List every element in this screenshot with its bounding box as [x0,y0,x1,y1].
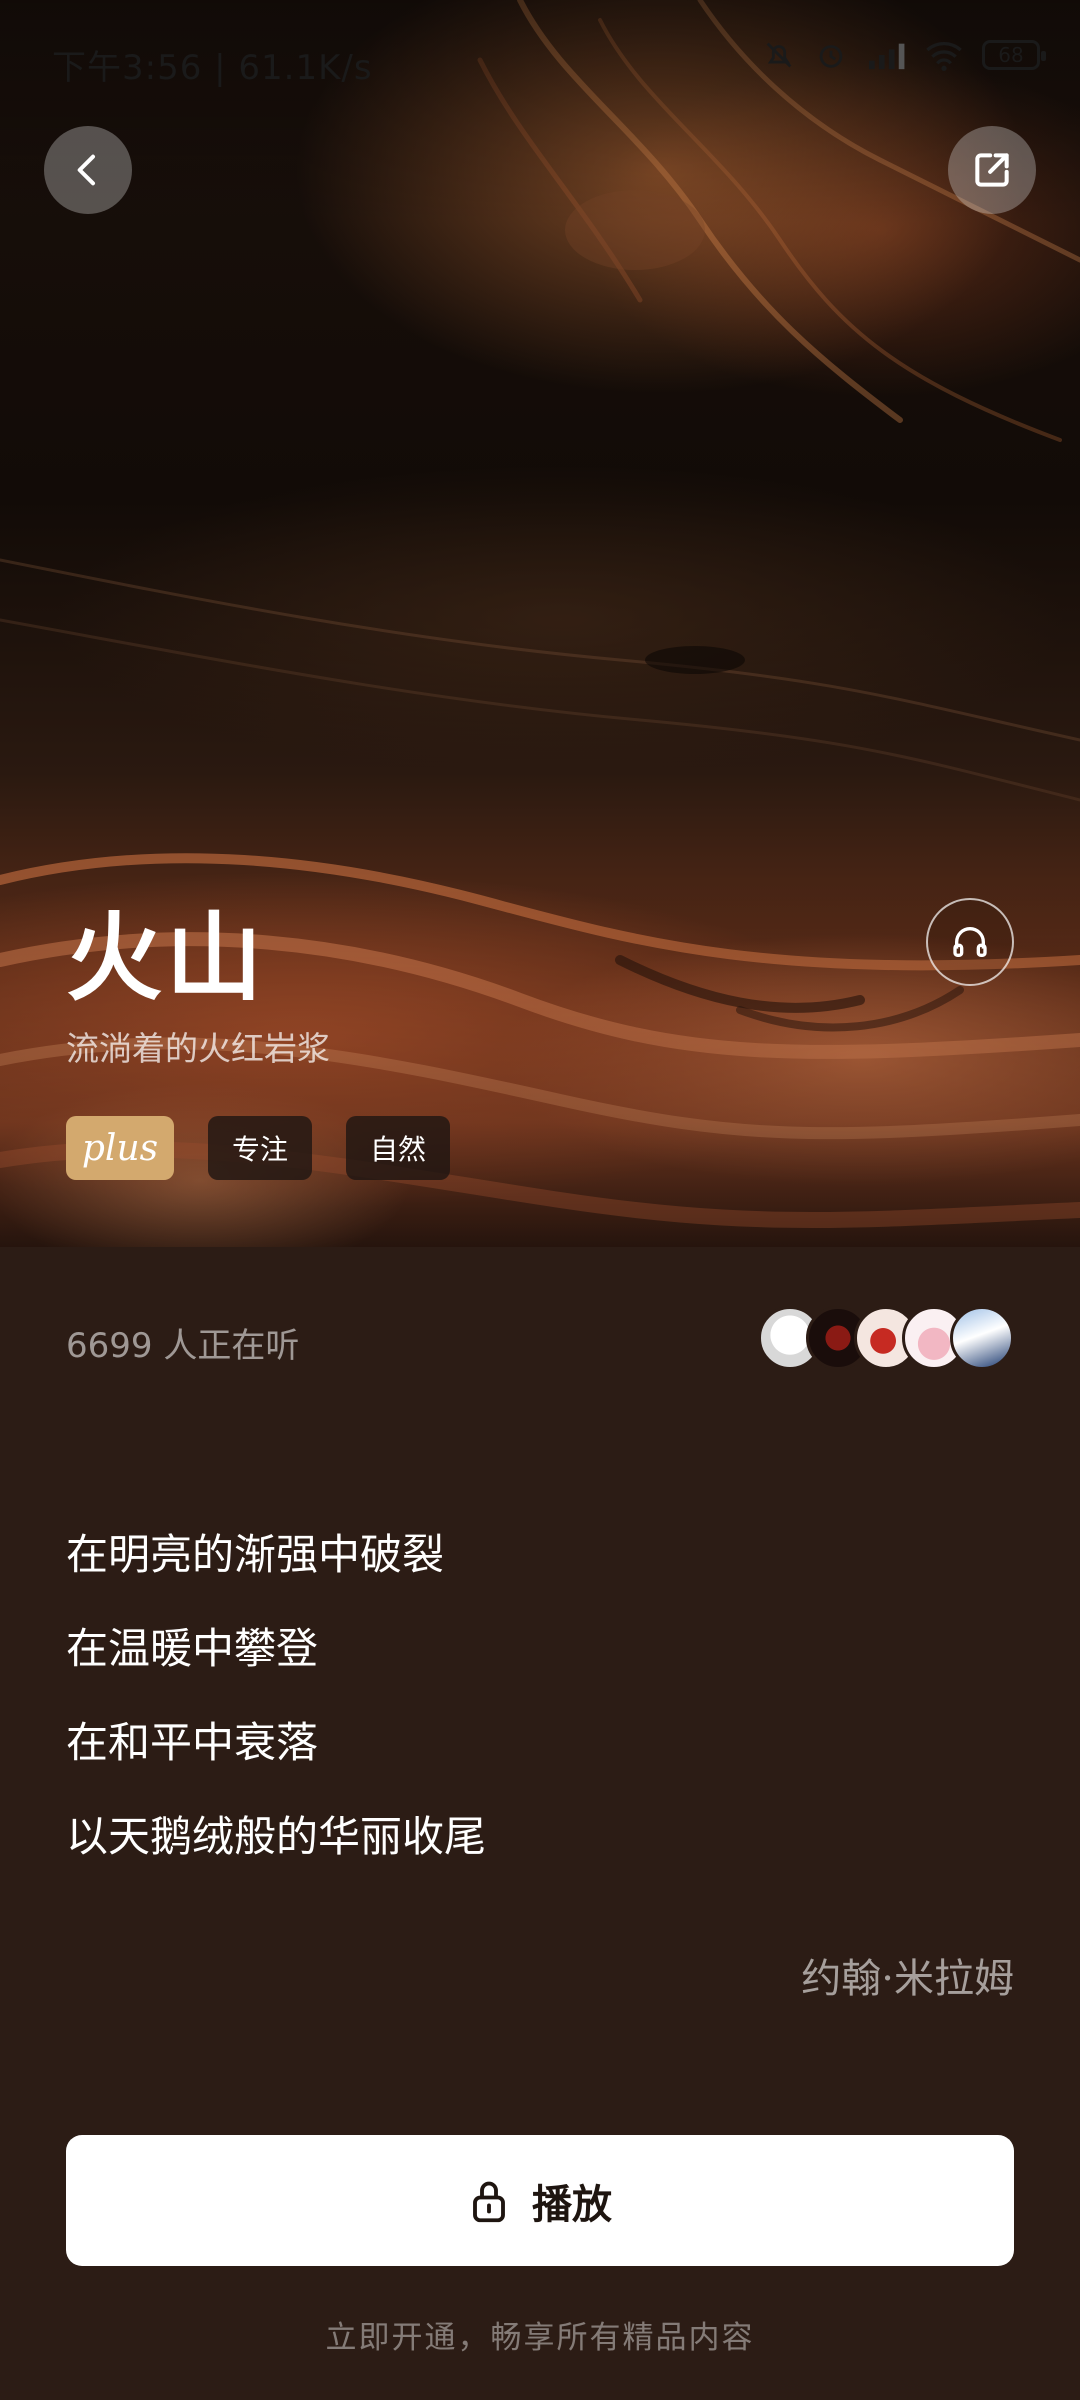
headphones-icon [953,927,987,957]
battery-icon: 68 [982,40,1046,70]
chevron-left-icon [77,154,95,186]
status-bar: 下午3:56 | 61.1K/s 68 [0,0,1080,130]
play-button[interactable]: 播放 [66,2135,1014,2266]
lock-icon [473,2181,505,2222]
poem-line: 以天鹅绒般的华丽收尾 [66,1812,487,1861]
signal-icon [866,38,906,72]
wifi-icon [924,38,964,72]
subscribe-prompt[interactable]: 立即开通，畅享所有精品内容 [0,2312,1080,2357]
page-subtitle: 流淌着的火红岩浆 [66,1029,330,1068]
poem-line: 在明亮的渐强中破裂 [66,1530,445,1579]
alarm-icon [814,38,848,72]
avatar [950,1306,1014,1370]
tag-nature[interactable]: 自然 [346,1116,451,1180]
share-button[interactable] [948,126,1036,214]
status-icons: 68 [762,38,1046,72]
status-time: 下午3:56 | 61.1K/s [52,48,373,88]
plus-badge: plus [66,1116,174,1180]
mute-icon [762,38,796,72]
listeners-row: 6699 人正在听 [66,1306,1014,1376]
hero-image: 下午3:56 | 61.1K/s 68 火山 流淌着的火红岩浆 plus 专注 … [0,0,1080,1247]
poem-line: 在和平中衰落 [66,1718,319,1767]
poem-author: 约翰·米拉姆 [801,1956,1014,2002]
poem-line: 在温暖中攀登 [66,1624,319,1673]
listener-count: 6699 人正在听 [66,1326,300,1366]
headphones-button[interactable] [926,898,1014,986]
back-button[interactable] [44,126,132,214]
tag-list: plus 专注 自然 [66,1116,451,1180]
play-button-label: 播放 [532,2181,612,2228]
share-icon [975,153,1009,187]
tag-focus[interactable]: 专注 [208,1116,313,1180]
poem: 在明亮的渐强中破裂 在温暖中攀登 在和平中衰落 以天鹅绒般的华丽收尾 [66,1508,1014,1884]
listener-avatars[interactable] [758,1306,1014,1370]
page-title: 火山 [66,902,266,1014]
